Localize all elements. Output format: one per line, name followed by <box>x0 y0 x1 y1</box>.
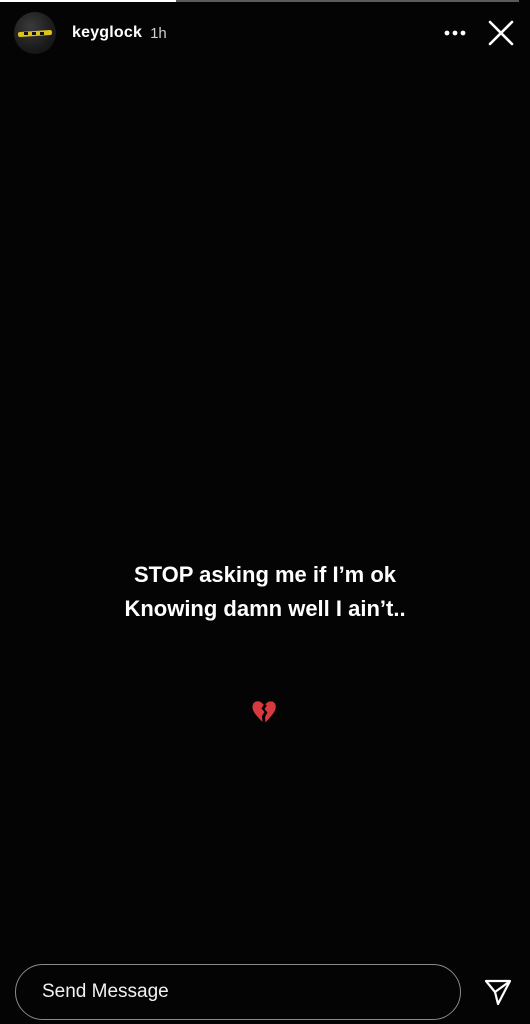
story-timestamp: 1h <box>150 24 167 42</box>
story-header: keyglock 1h <box>14 12 516 54</box>
story-viewer[interactable]: keyglock 1h STOP asking me if I’m ok Kno… <box>0 0 530 1024</box>
story-caption: STOP asking me if I’m ok Knowing damn we… <box>0 558 530 626</box>
story-progress-bar <box>0 0 519 2</box>
more-horizontal-icon <box>444 30 466 36</box>
close-button[interactable] <box>486 18 516 48</box>
caption-line-2: Knowing damn well I ain’t.. <box>124 596 406 621</box>
send-icon <box>484 979 512 1006</box>
story-footer <box>15 964 515 1020</box>
caption-line-1: STOP asking me if I’m ok <box>133 562 397 587</box>
send-button[interactable] <box>481 975 515 1009</box>
profile-avatar[interactable] <box>14 12 56 54</box>
username-link[interactable]: keyglock <box>72 24 142 42</box>
story-progress-fill <box>0 0 177 2</box>
more-options-button[interactable] <box>440 18 470 48</box>
send-message-input[interactable] <box>15 964 461 1020</box>
close-icon <box>488 20 514 46</box>
broken-heart-icon <box>252 701 276 723</box>
